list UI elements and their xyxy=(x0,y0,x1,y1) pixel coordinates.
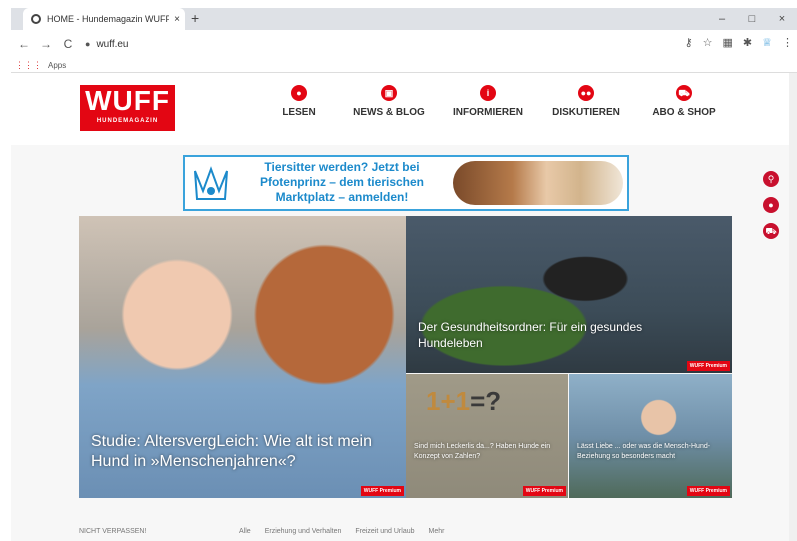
article-tile-numbers[interactable]: 1+1=? Sind mich Leckerlis da...? Haben H… xyxy=(406,374,568,498)
pets-photo xyxy=(453,161,623,205)
address-bar[interactable]: ● wuff.eu xyxy=(85,39,129,50)
filter-erziehung[interactable]: Erziehung und Verhalten xyxy=(265,528,342,535)
premium-badge: WUFF Premium xyxy=(686,486,730,496)
web-page: WUFF HUNDEMAGAZIN ● LESEN ▣ NEWS & BLOG … xyxy=(11,73,797,541)
favicon-icon xyxy=(31,14,41,24)
logo-wordmark: WUFF xyxy=(85,85,170,116)
menu-label: INFORMIEREN xyxy=(453,107,523,118)
menu-item-lesen[interactable]: ● LESEN xyxy=(274,85,324,118)
menu-item-news[interactable]: ▣ NEWS & BLOG xyxy=(349,85,429,118)
news-icon: ▣ xyxy=(381,85,397,101)
new-tab-button[interactable]: + xyxy=(191,10,199,26)
window-controls: – □ × xyxy=(707,8,797,30)
menu-label: DISKUTIEREN xyxy=(552,107,620,118)
article-caption: Lässt Liebe ... oder was die Mensch-Hund… xyxy=(577,443,711,460)
article-caption: Sind mich Leckerlis da...? Haben Hunde e… xyxy=(414,443,551,460)
article-caption: Der Gesundheitsordner: Für ein gesundes … xyxy=(418,320,643,350)
browser-window: HOME - Hundemagazin WUFF × + – □ × ← → C… xyxy=(0,0,797,541)
menu-item-diskutieren[interactable]: ●● DISKUTIEREN xyxy=(546,85,626,118)
back-button[interactable]: ← xyxy=(15,37,33,51)
key-icon[interactable]: ⚷ xyxy=(685,36,693,49)
toolbar-icons: ⚷ ☆ ▦ ✱ ♕ ⋮ xyxy=(685,36,793,49)
article-tile-age[interactable]: Studie: AltersvergLeich: Wie alt ist mei… xyxy=(79,216,406,498)
info-icon: i xyxy=(480,85,496,101)
menu-label: NEWS & BLOG xyxy=(353,107,425,118)
url-text: wuff.eu xyxy=(96,38,129,50)
maximize-button[interactable]: □ xyxy=(737,8,767,30)
bookmarks-bar: ⋮⋮⋮ Apps xyxy=(11,58,797,72)
menu-icon[interactable]: ⋮ xyxy=(782,36,793,49)
tab-bar: HOME - Hundemagazin WUFF × + – □ × xyxy=(11,8,797,30)
cart-icon[interactable]: ⛟ xyxy=(763,223,779,239)
apps-link[interactable]: Apps xyxy=(48,61,66,70)
menu-label: LESEN xyxy=(282,107,316,118)
nicht-verpassen-label: NICHT VERPASSEN! xyxy=(79,528,147,535)
minimize-button[interactable]: – xyxy=(707,8,737,30)
cart-icon: ⛟ xyxy=(676,85,692,101)
side-icon-bar: ⚲ ● ⛟ xyxy=(763,171,779,249)
filter-bar: NICHT VERPASSEN! Alle Erziehung und Verh… xyxy=(79,528,779,535)
tab-close-icon[interactable]: × xyxy=(169,14,185,25)
article-tile-bond[interactable]: Lässt Liebe ... oder was die Mensch-Hund… xyxy=(569,374,732,498)
lock-icon: ● xyxy=(85,39,91,49)
premium-badge: WUFF Premium xyxy=(360,486,404,496)
extension-icon[interactable]: ▦ xyxy=(723,36,733,49)
premium-badge: WUFF Premium xyxy=(686,361,730,371)
browser-toolbar: ← → C ● wuff.eu ⚷ ☆ ▦ ✱ ♕ ⋮ xyxy=(11,30,797,58)
pfotenprinz-ad-banner[interactable]: Tiersitter werden? Jetzt bei Pfotenprinz… xyxy=(183,155,629,211)
menu-item-informieren[interactable]: i INFORMIEREN xyxy=(448,85,528,118)
filter-freizeit[interactable]: Freizeit und Urlaub xyxy=(355,528,414,535)
page-scrollbar[interactable] xyxy=(789,73,797,541)
apps-grid-icon[interactable]: ⋮⋮⋮ xyxy=(15,60,42,71)
user-icon[interactable]: ● xyxy=(763,197,779,213)
wuff-logo[interactable]: WUFF HUNDEMAGAZIN xyxy=(80,85,175,131)
close-window-button[interactable]: × xyxy=(767,8,797,30)
chat-icon: ●● xyxy=(578,85,594,101)
crown-icon xyxy=(194,166,228,200)
reload-button[interactable]: C xyxy=(59,37,77,51)
search-icon[interactable]: ⚲ xyxy=(763,171,779,187)
menu-label: ABO & SHOP xyxy=(652,107,716,118)
forward-button[interactable]: → xyxy=(37,37,55,51)
banner-text: Tiersitter werden? Jetzt bei Pfotenprinz… xyxy=(259,160,425,204)
reader-icon: ● xyxy=(291,85,307,101)
tab-title: HOME - Hundemagazin WUFF xyxy=(47,14,169,24)
menu-item-abo-shop[interactable]: ⛟ ABO & SHOP xyxy=(644,85,724,118)
filter-all[interactable]: Alle xyxy=(239,528,251,535)
star-icon[interactable]: ☆ xyxy=(703,36,713,49)
tab-home[interactable]: HOME - Hundemagazin WUFF × xyxy=(23,8,185,30)
ext-icon[interactable]: ♕ xyxy=(762,36,772,49)
logo-subtitle: HUNDEMAGAZIN xyxy=(96,118,159,124)
article-caption: Studie: AltersvergLeich: Wie alt ist mei… xyxy=(91,433,373,470)
site-header: WUFF HUNDEMAGAZIN ● LESEN ▣ NEWS & BLOG … xyxy=(11,73,797,145)
filter-mehr[interactable]: Mehr xyxy=(429,528,445,535)
premium-badge: WUFF Premium xyxy=(522,486,566,496)
puzzle-icon[interactable]: ✱ xyxy=(743,36,752,49)
article-tile-health[interactable]: Der Gesundheitsordner: Für ein gesundes … xyxy=(406,216,732,373)
equation-image: 1+1=? xyxy=(426,386,502,416)
